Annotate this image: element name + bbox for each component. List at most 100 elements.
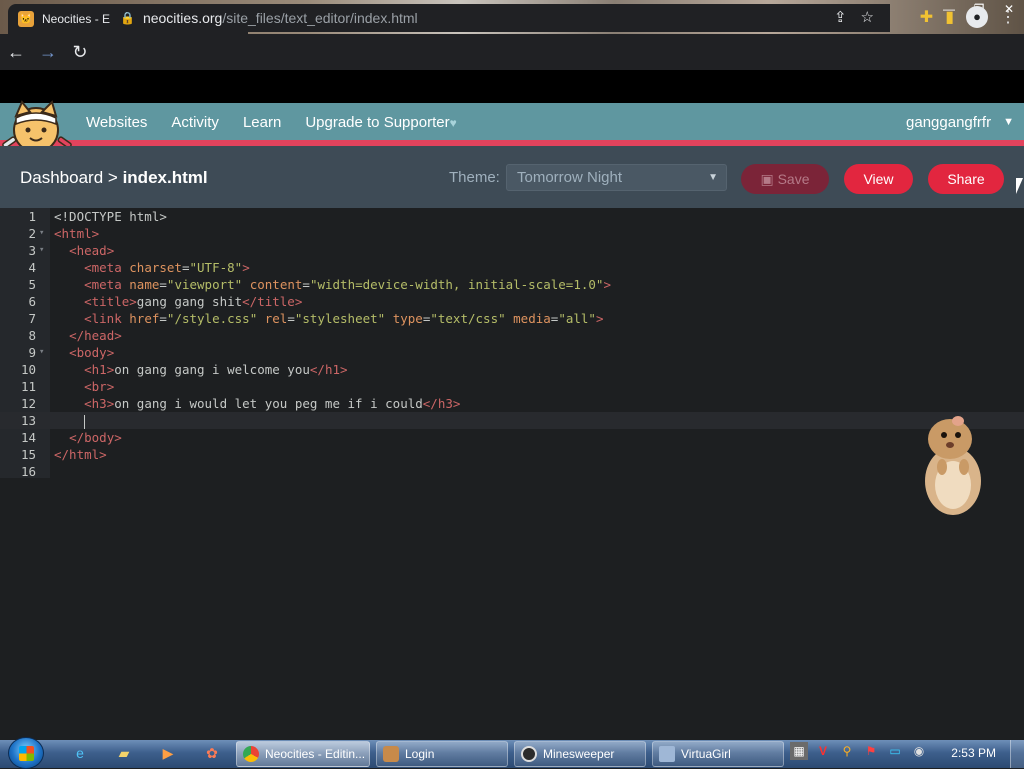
system-tray: ▦ V ⚲ ⚑ ▭ ◉ <box>790 742 928 760</box>
tray-flag-icon[interactable]: ⚑ <box>862 742 880 760</box>
tray-app-icon[interactable]: ▦ <box>790 742 808 760</box>
tray-search-icon[interactable]: ⚲ <box>838 742 856 760</box>
line-number: 7 <box>28 311 36 326</box>
task-login[interactable]: Login <box>376 741 508 767</box>
nav-learn[interactable]: Learn <box>243 114 281 131</box>
user-menu[interactable]: ganggangfrfr ▼ <box>906 103 1014 141</box>
line-number: 4 <box>28 260 36 275</box>
extensions-puzzle-icon[interactable]: ✚ <box>920 7 933 27</box>
line-number: 10 <box>20 362 36 377</box>
code-line[interactable]: 4 <meta charset="UTF-8"> <box>0 259 1024 276</box>
line-number: 12 <box>20 396 36 411</box>
login-app-icon <box>383 746 399 762</box>
breadcrumb-dashboard[interactable]: Dashboard <box>20 168 103 187</box>
line-number: 11 <box>20 379 36 394</box>
code-line[interactable]: 16 <box>0 463 1024 480</box>
line-number: 2 <box>28 226 36 241</box>
code-text: <h1>on gang gang i welcome you</h1> <box>84 362 348 377</box>
breadcrumb: Dashboard > index.html <box>20 168 208 188</box>
profile-avatar-icon[interactable]: ● <box>966 6 988 28</box>
code-line[interactable]: 3 ▾ <head> <box>0 242 1024 259</box>
code-text: </body> <box>69 430 122 445</box>
save-button[interactable]: ▣ Save <box>741 164 829 194</box>
line-number: 6 <box>28 294 36 309</box>
task-virtuagirl[interactable]: VirtuaGirl <box>652 741 784 767</box>
text-caret <box>84 414 86 429</box>
line-number: 15 <box>20 447 36 462</box>
code-text: <meta charset="UTF-8"> <box>84 260 250 275</box>
back-arrow-icon[interactable]: ← <box>0 42 32 63</box>
code-line[interactable]: 13 <box>0 412 1024 429</box>
main-nav: Websites Activity Learn Upgrade to Suppo… <box>86 103 457 141</box>
nav-upgrade[interactable]: Upgrade to Supporter♥ <box>305 114 456 131</box>
code-line[interactable]: 15 </html> <box>0 446 1024 463</box>
line-number: 1 <box>28 209 36 224</box>
media-player-icon[interactable]: ▶ <box>156 742 180 764</box>
start-button[interactable] <box>8 737 44 769</box>
code-line[interactable]: 1 <!DOCTYPE html> <box>0 208 1024 225</box>
code-line[interactable]: 14 </body> <box>0 429 1024 446</box>
code-text: <title>gang gang shit</title> <box>84 294 303 309</box>
code-line[interactable]: 9 ▾ <body> <box>0 344 1024 361</box>
code-text: </html> <box>54 447 107 462</box>
task-minesweeper[interactable]: Minesweeper <box>514 741 646 767</box>
code-line[interactable]: 10 <h1>on gang gang i welcome you</h1> <box>0 361 1024 378</box>
theme-select[interactable]: Tomorrow Night ▼ <box>506 164 727 191</box>
app-launcher-icon[interactable]: ✿ <box>200 742 224 764</box>
browser-menu-icon[interactable]: ⋮ <box>1000 7 1016 27</box>
fold-arrow-icon[interactable]: ▾ <box>39 242 44 259</box>
side-panel-icon[interactable]: ▮ <box>945 7 954 27</box>
address-bar[interactable]: 🔒 neocities.org/site_files/text_editor/i… <box>110 4 890 32</box>
task-label: Neocities - Editin... <box>265 747 366 761</box>
show-desktop-button[interactable] <box>1010 740 1024 768</box>
tray-v-icon[interactable]: V <box>814 742 832 760</box>
line-number: 3 <box>28 243 36 258</box>
line-number: 14 <box>20 430 36 445</box>
share-page-icon[interactable]: ⇪ <box>834 8 847 26</box>
code-text: <head> <box>69 243 115 258</box>
internet-explorer-icon[interactable]: e <box>68 742 92 764</box>
view-button[interactable]: View <box>844 164 913 194</box>
theme-select-value: Tomorrow Night <box>517 169 623 186</box>
fold-arrow-icon[interactable]: ▾ <box>39 344 44 361</box>
breadcrumb-separator: > <box>107 168 118 187</box>
url-path: /site_files/text_editor/index.html <box>222 10 418 26</box>
reload-icon[interactable]: ↻ <box>64 42 96 63</box>
line-number: 8 <box>28 328 36 343</box>
nav-upgrade-label: Upgrade to Supporter <box>305 113 450 131</box>
forward-arrow-icon[interactable]: → <box>32 42 64 63</box>
taskbar-clock[interactable]: 2:53 PM <box>951 746 996 760</box>
task-label: VirtuaGirl <box>681 747 731 761</box>
code-editor[interactable]: 1 <!DOCTYPE html> 2 ▾ <html> 3 ▾ <head> 4 <meta… <box>0 208 1024 740</box>
bookmark-star-icon[interactable]: ☆ <box>861 8 874 26</box>
mouse-cursor-icon <box>1016 178 1023 194</box>
code-line[interactable]: 2 ▾ <html> <box>0 225 1024 242</box>
windows-logo-icon <box>19 746 34 761</box>
hamster-sticker-icon <box>925 416 981 515</box>
heart-icon: ♥ <box>449 115 457 130</box>
code-line[interactable]: 6 <title>gang gang shit</title> <box>0 293 1024 310</box>
code-text: <html> <box>54 226 100 241</box>
tray-monitor-icon[interactable]: ▭ <box>886 742 904 760</box>
code-line[interactable]: 7 <link href="/style.css" rel="styleshee… <box>0 310 1024 327</box>
browser-toolbar: ← → ↻ <box>0 34 1024 70</box>
chevron-down-icon: ▼ <box>708 172 718 183</box>
code-text: <link href="/style.css" rel="stylesheet"… <box>84 311 604 326</box>
code-line[interactable]: 12 <h3>on gang i would let you peg me if… <box>0 395 1024 412</box>
code-line[interactable]: 8 </head> <box>0 327 1024 344</box>
code-text: <!DOCTYPE html> <box>54 209 167 224</box>
fold-arrow-icon[interactable]: ▾ <box>39 225 44 242</box>
code-line[interactable]: 5 <meta name="viewport" content="width=d… <box>0 276 1024 293</box>
url-domain: neocities.org <box>142 10 223 26</box>
task-label: Minesweeper <box>543 747 615 761</box>
tray-disc-icon[interactable]: ◉ <box>910 742 928 760</box>
chevron-down-icon: ▼ <box>1003 116 1014 128</box>
folder-icon[interactable]: ▰ <box>112 742 136 764</box>
share-button[interactable]: Share <box>928 164 1004 194</box>
code-line[interactable]: 11 <br> <box>0 378 1024 395</box>
lock-icon[interactable]: 🔒 <box>120 11 135 25</box>
task-neocities[interactable]: Neocities - Editin... <box>236 741 370 767</box>
window-app-icon <box>659 746 675 762</box>
nav-websites[interactable]: Websites <box>86 114 147 131</box>
nav-activity[interactable]: Activity <box>171 114 219 131</box>
